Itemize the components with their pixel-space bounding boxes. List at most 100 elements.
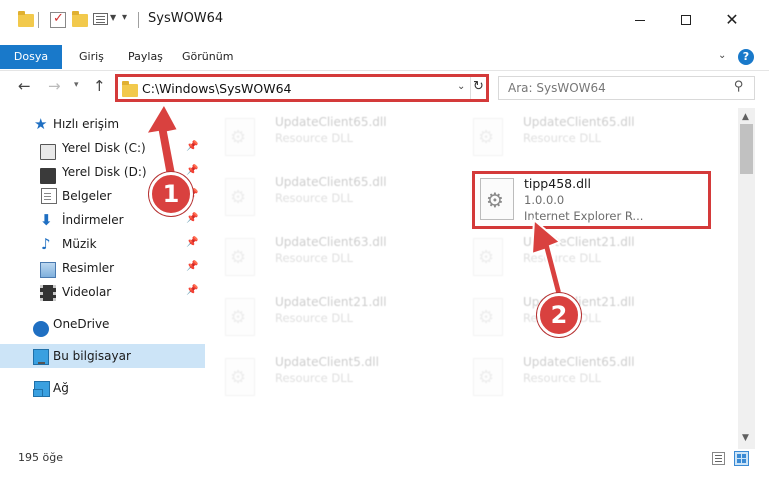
music-icon: ♪ <box>41 235 51 253</box>
pin-icon[interactable]: 📌 <box>186 237 198 248</box>
dll-file-icon <box>225 298 255 336</box>
pictures-icon <box>40 262 56 278</box>
file-name: UpdateClient21.dll <box>275 295 387 309</box>
new-folder-icon[interactable] <box>72 11 88 28</box>
sidebar-item-this-pc[interactable]: Bu bilgisayar <box>0 344 205 368</box>
star-icon: ★ <box>34 115 48 133</box>
properties-check-icon[interactable] <box>50 11 66 28</box>
sidebar-item-onedrive[interactable]: OneDrive <box>0 312 205 337</box>
ribbon: Dosya Giriş Paylaş Görünüm ⌄ ? <box>0 45 769 69</box>
sidebar-item-label: Müzik <box>62 237 97 251</box>
navigation-bar: ← → ▾ ↑ C:\Windows\SysWOW64 ⌄ ↻ Ara: Sys… <box>0 70 769 104</box>
file-description: Resource DLL <box>275 311 354 325</box>
file-tile[interactable]: UpdateClient65.dll Resource DLL <box>453 350 691 400</box>
file-name: UpdateClient5.dll <box>275 355 379 369</box>
tab-file[interactable]: Dosya <box>0 45 62 69</box>
recent-locations-icon[interactable]: ▾ <box>74 80 79 90</box>
file-description: Resource DLL <box>275 131 354 145</box>
scroll-up-icon[interactable]: ▲ <box>742 112 749 122</box>
highlighted-file-tile[interactable]: tipp458.dll 1.0.0.0 Internet Explorer R.… <box>472 171 711 229</box>
chevron-down-icon[interactable]: ▼ <box>110 13 116 22</box>
sidebar-item-pictures[interactable]: Resimler 📌 <box>0 256 205 280</box>
file-description: Resource DLL <box>523 251 602 265</box>
file-version: 1.0.0.0 <box>524 193 565 207</box>
drive-icon <box>40 144 56 160</box>
file-tile[interactable]: UpdateClient65.dll Resource DLL <box>205 110 443 160</box>
address-bar[interactable]: C:\Windows\SysWOW64 ⌄ ↻ <box>115 74 489 102</box>
vertical-scrollbar[interactable]: ▲ ▼ <box>738 108 755 449</box>
pin-icon[interactable]: 📌 <box>186 141 198 152</box>
up-arrow-icon[interactable]: ↑ <box>93 77 106 95</box>
file-tile[interactable]: UpdateClient21.dll Resource DLL <box>205 290 443 340</box>
customize-toolbar-icon[interactable]: ▾ <box>122 12 127 23</box>
sidebar-item-label: Bu bilgisayar <box>53 349 131 363</box>
file-description: Resource DLL <box>523 371 602 385</box>
maximize-button[interactable] <box>663 0 709 40</box>
file-name: UpdateClient65.dll <box>275 115 387 129</box>
network-icon <box>33 381 50 397</box>
minimize-icon <box>635 19 645 21</box>
sidebar-item-label: Yerel Disk (C:) <box>62 141 146 155</box>
folder-icon[interactable] <box>18 11 34 28</box>
file-tile[interactable]: UpdateClient65.dll Resource DLL <box>453 110 691 160</box>
scroll-thumb[interactable] <box>740 124 753 174</box>
dll-file-icon <box>473 358 503 396</box>
sidebar-item-label: Ağ <box>53 381 69 395</box>
sidebar-item-local-disk-c[interactable]: Yerel Disk (C:) 📌 <box>0 136 205 160</box>
sidebar-item-label: Yerel Disk (D:) <box>62 165 147 179</box>
sidebar-item-label: Hızlı erişim <box>53 117 120 131</box>
pin-icon[interactable]: 📌 <box>186 285 198 296</box>
forward-arrow-icon[interactable]: → <box>48 77 61 95</box>
tab-home[interactable]: Giriş <box>79 45 104 69</box>
file-description: Resource DLL <box>275 371 354 385</box>
pin-icon[interactable]: 📌 <box>186 165 198 176</box>
minimize-button[interactable] <box>617 0 663 40</box>
documents-icon <box>41 188 57 204</box>
maximize-icon <box>681 15 691 25</box>
file-name: UpdateClient65.dll <box>523 115 635 129</box>
pin-icon[interactable]: 📌 <box>186 213 198 224</box>
rename-icon[interactable] <box>93 13 108 25</box>
close-button[interactable]: ✕ <box>709 0 755 40</box>
tab-share[interactable]: Paylaş <box>128 45 163 69</box>
sidebar-item-network[interactable]: Ağ <box>0 376 205 400</box>
tiles-view-icon[interactable] <box>734 451 749 466</box>
dll-file-icon <box>480 178 514 220</box>
file-tile[interactable]: UpdateClient21.dll Resource DLL <box>453 230 691 280</box>
sidebar-item-quick-access[interactable]: ★ Hızlı erişim <box>0 112 205 136</box>
sidebar-item-label: Resimler <box>62 261 115 275</box>
file-description: Resource DLL <box>275 251 354 265</box>
drive-icon <box>40 168 56 184</box>
downloads-icon: ⬇ <box>40 211 53 229</box>
file-tile[interactable]: UpdateClient65.dll Resource DLL <box>205 170 443 220</box>
details-view-icon[interactable] <box>712 452 725 465</box>
file-tile[interactable]: UpdateClient5.dll Resource DLL <box>205 350 443 400</box>
file-name: UpdateClient65.dll <box>523 355 635 369</box>
computer-icon <box>33 349 49 365</box>
file-list: UpdateClient65.dll Resource DLL UpdateCl… <box>205 108 737 443</box>
scroll-down-icon[interactable]: ▼ <box>742 433 749 443</box>
tab-view[interactable]: Görünüm <box>182 45 233 69</box>
file-name: UpdateClient65.dll <box>275 175 387 189</box>
search-input[interactable]: Ara: SysWOW64 ⚲ <box>498 76 755 100</box>
sidebar-item-music[interactable]: ♪ Müzik 📌 <box>0 232 205 256</box>
file-tile[interactable]: UpdateClient63.dll Resource DLL <box>205 230 443 280</box>
expand-ribbon-icon[interactable]: ⌄ <box>718 50 726 61</box>
chevron-down-icon[interactable]: ⌄ <box>457 81 465 92</box>
separator <box>470 77 471 99</box>
file-company: Internet Explorer R... <box>524 209 644 223</box>
pin-icon[interactable]: 📌 <box>186 261 198 272</box>
dll-file-icon <box>225 178 255 216</box>
sidebar-item-videos[interactable]: Videolar 📌 <box>0 280 205 304</box>
address-path[interactable]: C:\Windows\SysWOW64 <box>142 81 291 96</box>
close-icon: ✕ <box>725 10 739 29</box>
help-icon[interactable]: ? <box>738 49 754 65</box>
step-2-badge: 2 <box>537 293 581 337</box>
file-name: UpdateClient63.dll <box>275 235 387 249</box>
item-count: 195 öğe <box>18 451 63 464</box>
sidebar-item-label: OneDrive <box>53 317 110 331</box>
search-icon[interactable]: ⚲ <box>734 79 744 94</box>
dll-file-icon <box>225 118 255 156</box>
back-arrow-icon[interactable]: ← <box>18 77 31 95</box>
refresh-icon[interactable]: ↻ <box>473 79 484 94</box>
